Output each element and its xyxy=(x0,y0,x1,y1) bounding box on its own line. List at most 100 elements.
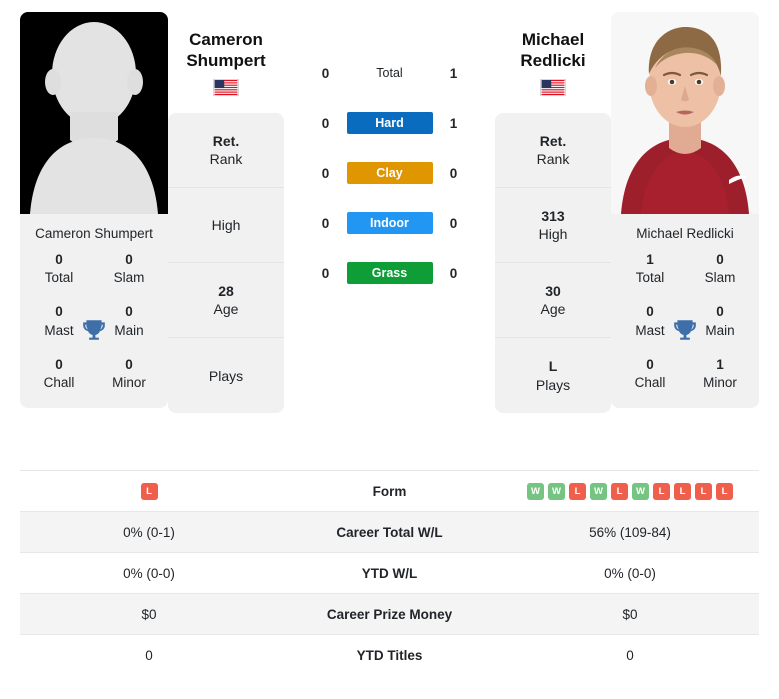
left-player-card[interactable]: Cameron Shumpert 0 Total 0 Slam 0 Mast 0… xyxy=(20,12,168,409)
left-info-age: 28 Age xyxy=(168,263,284,339)
left-info-plays: Plays xyxy=(168,338,284,413)
right-player-card[interactable]: Michael Redlicki 1 Total 0 Slam 0 Mast 0… xyxy=(611,12,759,409)
flag-usa-icon xyxy=(213,79,239,97)
h2h-clay-right: 0 xyxy=(449,165,458,181)
h2h-total-right: 1 xyxy=(449,65,458,81)
h2h-indoor-left: 0 xyxy=(321,215,330,231)
left-player-photo[interactable] xyxy=(20,12,168,214)
h2h-total-left: 0 xyxy=(321,65,330,81)
left-card-player-name: Cameron Shumpert xyxy=(35,226,153,241)
right-info-age-label: Age xyxy=(540,301,566,318)
row-label-career-total-wl: Career Total W/L xyxy=(336,524,443,540)
right-title-slam: 0 Slam xyxy=(685,251,755,287)
form-badge-right-7[interactable]: L xyxy=(674,482,691,500)
left-player-last-name: Shumpert xyxy=(186,50,266,70)
stats-table-body: L Form WWLWLWLLLL 0% (0-1) Career Total … xyxy=(20,470,759,676)
flag-usa-icon xyxy=(540,79,566,97)
right-info-rank: Ret. Rank xyxy=(495,113,611,189)
right-title-total: 1 Total xyxy=(615,251,685,287)
right-info-plays-label: Plays xyxy=(535,376,571,393)
career-prize-money-right: $0 xyxy=(622,606,638,622)
left-info-high-label: High xyxy=(211,217,241,234)
h2h-grass-label[interactable]: Grass xyxy=(346,262,433,284)
left-title-slam-label: Slam xyxy=(113,270,145,286)
right-title-chall: 0 Chall xyxy=(615,356,685,392)
right-titles-grid: 1 Total 0 Slam 0 Mast 0 Main 0 Chall 1 M… xyxy=(611,251,759,408)
left-title-slam: 0 Slam xyxy=(94,251,164,287)
left-info-high: High xyxy=(168,188,284,264)
h2h-grass-left: 0 xyxy=(321,265,330,281)
right-info-rank-label: Rank xyxy=(536,151,570,168)
comparison-stats-table: L Form WWLWLWLLLL 0% (0-1) Career Total … xyxy=(20,470,759,676)
left-title-minor-label: Minor xyxy=(112,375,146,391)
left-title-chall-value: 0 xyxy=(55,356,63,372)
h2h-row-clay: 0 Clay 0 xyxy=(315,162,465,184)
right-title-slam-value: 0 xyxy=(716,252,724,267)
form-badge-right-8[interactable]: L xyxy=(695,482,712,500)
left-title-total-value: 0 xyxy=(55,252,63,267)
h2h-clay-label[interactable]: Clay xyxy=(346,162,433,184)
left-title-slam-value: 0 xyxy=(125,252,133,267)
h2h-hard-right: 1 xyxy=(449,115,458,131)
right-info-age: 30 Age xyxy=(495,263,611,339)
right-player-photo[interactable] xyxy=(611,12,759,214)
left-info-age-label: Age xyxy=(213,301,239,318)
left-info-plays-label: Plays xyxy=(208,367,244,384)
left-title-minor-value: 0 xyxy=(125,356,133,372)
left-player-first-name: Cameron xyxy=(189,30,263,49)
right-info-high: 313 High xyxy=(495,188,611,264)
left-name-column: Cameron Shumpert Ret. Rank High 28 Age P… xyxy=(168,0,284,414)
row-label-ytd-wl: YTD W/L xyxy=(361,565,418,581)
form-badge-right-0[interactable]: W xyxy=(527,482,544,500)
form-badge-right-1[interactable]: W xyxy=(548,482,565,500)
left-title-chall: 0 Chall xyxy=(24,356,94,392)
left-info-rank-value: Ret. xyxy=(212,132,240,149)
trophy-icon xyxy=(672,317,698,343)
left-title-total: 0 Total xyxy=(24,251,94,287)
left-form-badges: L xyxy=(20,482,278,500)
form-badge-right-4[interactable]: L xyxy=(611,482,628,500)
ytd-wl-left: 0% (0-0) xyxy=(123,565,175,581)
left-info-rank-label: Rank xyxy=(209,151,243,168)
left-info-rank: Ret. Rank xyxy=(168,113,284,189)
player-comparison-page: Cameron Shumpert 0 Total 0 Slam 0 Mast 0… xyxy=(0,0,779,699)
right-title-minor-value: 1 xyxy=(716,356,724,372)
right-title-minor: 1 Minor xyxy=(685,356,755,392)
form-badge-right-5[interactable]: W xyxy=(632,482,649,500)
career-total-wl-left: 0% (0-1) xyxy=(123,524,175,540)
form-badge-right-9[interactable]: L xyxy=(716,482,733,500)
right-title-total-value: 1 xyxy=(646,252,654,267)
form-badge-left-0[interactable]: L xyxy=(140,482,158,500)
h2h-row-total: 0 Total 1 xyxy=(315,62,465,84)
h2h-hard-label[interactable]: Hard xyxy=(346,112,433,134)
h2h-row-grass: 0 Grass 0 xyxy=(315,262,465,284)
left-title-chall-label: Chall xyxy=(43,375,75,391)
table-row: 0% (0-1) Career Total W/L 56% (109-84) xyxy=(20,511,759,553)
form-badge-right-2[interactable]: L xyxy=(569,482,586,500)
trophy-icon xyxy=(81,317,107,343)
table-row: 0 YTD Titles 0 xyxy=(20,634,759,676)
form-badge-right-3[interactable]: W xyxy=(590,482,607,500)
right-title-total-label: Total xyxy=(635,270,665,286)
table-row: L Form WWLWLWLLLL xyxy=(20,470,759,512)
h2h-row-hard: 0 Hard 1 xyxy=(315,112,465,134)
left-title-total-label: Total xyxy=(44,270,74,286)
h2h-grass-right: 0 xyxy=(449,265,458,281)
table-row: $0 Career Prize Money $0 xyxy=(20,593,759,635)
row-label-form: Form xyxy=(372,483,407,499)
right-info-rank-value: Ret. xyxy=(539,132,567,149)
form-left-cell: L xyxy=(20,471,278,512)
ytd-wl-right: 0% (0-0) xyxy=(604,565,656,581)
h2h-indoor-label[interactable]: Indoor xyxy=(346,212,433,234)
left-player-name[interactable]: Cameron Shumpert xyxy=(186,30,265,71)
right-player-name[interactable]: Michael Redlicki xyxy=(520,30,585,71)
form-badge-right-6[interactable]: L xyxy=(653,482,670,500)
left-title-minor: 0 Minor xyxy=(94,356,164,392)
right-info-high-value: 313 xyxy=(541,207,565,224)
left-info-card: Ret. Rank High 28 Age Plays xyxy=(168,113,284,414)
right-player-last-name: Redlicki xyxy=(520,50,586,70)
row-label-career-prize-money: Career Prize Money xyxy=(326,606,453,622)
right-name-column: Michael Redlicki Ret. Rank 313 High 30 A… xyxy=(495,0,611,414)
right-title-chall-label: Chall xyxy=(634,375,666,391)
h2h-row-indoor: 0 Indoor 0 xyxy=(315,212,465,234)
